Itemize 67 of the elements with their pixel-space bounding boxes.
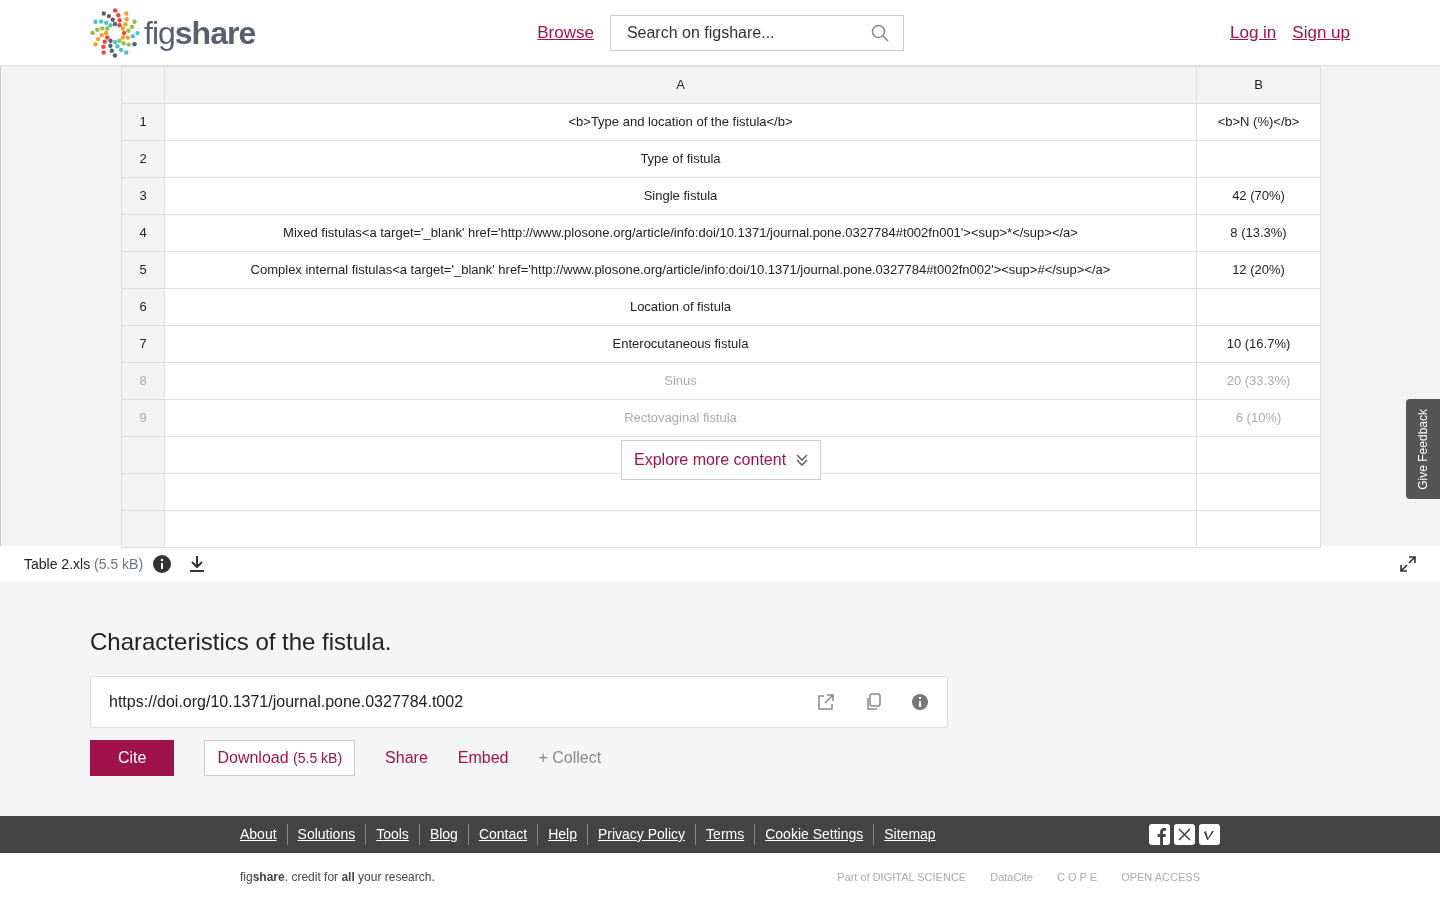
file-name: Table 2.xls (5.5 kB) [24,554,144,574]
table-cell: 12 (20%) [1196,251,1321,289]
chevrons-down-icon [796,453,809,467]
table-cell: 42 (70%) [1196,177,1321,215]
feedback-tab[interactable]: Give Feedback [1406,399,1440,499]
partner-logo: DataCite [990,869,1033,885]
action-link[interactable]: Embed [445,746,521,770]
logo-icon [90,7,140,58]
search-icon[interactable] [870,23,889,42]
table-cell: 6 (10%) [1196,399,1321,437]
auth-link[interactable]: Log in [1230,19,1277,46]
table-cell: Location of fistula [164,288,1197,326]
tagline: figshare. credit for all your research. [240,869,435,886]
expand-icon[interactable] [1400,556,1416,572]
x-logo-icon[interactable] [1174,824,1195,845]
copy-icon[interactable] [865,693,881,711]
row-number: 8 [121,362,165,400]
footer-link[interactable]: Privacy Policy [586,824,686,845]
footer-link[interactable]: About [240,824,277,845]
download-icon[interactable] [189,555,206,573]
footer-link[interactable]: Help [537,824,577,845]
table-cell: Mixed fistulas<a target='_blank' href='http://www.plosone.org/article/info:doi/10.1371/journal.pone.0327784#t002fn001'><sup>*</sup></a> [164,214,1197,252]
column-header: B [1196,66,1321,104]
search-box[interactable]: Search on figshare... [609,14,904,51]
table-cell: 8 (13.3%) [1196,214,1321,252]
footer-link[interactable]: Cookie Settings [754,824,864,845]
footer-link[interactable]: Blog [418,824,458,845]
nav-link[interactable]: Browse [537,19,594,46]
partner-logo: C O P E [1057,869,1098,885]
table-cell: Enterocutaneous fistula [164,325,1197,363]
row-number: 5 [121,251,165,289]
table-cell: Complex internal fistulas<a target='_blank' href='http://www.plosone.org/article/info:doi/10.1371/journal.pone.0327784#t002fn002'><sup>#</sup></a> [164,251,1197,289]
row-number: 6 [121,288,165,326]
download-button[interactable]: Download (5.5 kB) [204,740,356,776]
table-cell: <b>N (%)</b> [1196,103,1321,141]
table-cell: Sinus [164,362,1197,400]
row-number: 4 [121,214,165,252]
partner-logo: Part of DIGITAL SCIENCE [837,869,967,885]
footer-link[interactable]: Terms [695,824,745,845]
info-icon[interactable] [153,555,172,573]
explore-button[interactable]: Explore more content [621,440,822,480]
doi-link[interactable]: https://doi.org/10.1371/journal.pone.0327784.t002 [109,690,464,714]
table-cell: 20 (33.3%) [1196,362,1321,400]
column-header: A [164,66,1197,104]
logo-text[interactable]: figshare [144,8,256,57]
external-link-icon[interactable] [817,693,835,711]
footer-link[interactable]: Sitemap [873,824,936,845]
footer-link[interactable]: Contact [467,824,528,845]
facebook-icon[interactable] [1149,824,1170,845]
row-number: 3 [121,177,165,215]
table-cell: Rectovaginal fistula [164,399,1197,437]
row-number: 2 [121,140,165,178]
item-title: Characteristics of the fistula. [90,627,393,657]
auth-link[interactable]: Sign up [1292,19,1350,46]
partner-logo: OPEN ACCESS [1121,869,1200,885]
row-number: 7 [121,325,165,363]
footer-link[interactable]: Solutions [286,824,356,845]
row-number: 9 [121,399,165,437]
vimeo-icon[interactable] [1199,824,1220,845]
table-cell: Type of fistula [164,140,1197,178]
table-cell: 10 (16.7%) [1196,325,1321,363]
action-link[interactable]: Share [373,746,440,770]
row-number: 1 [121,103,165,141]
footer-link[interactable]: Tools [365,824,409,845]
cite-button[interactable]: Cite [90,740,175,776]
table-cell: <b>Type and location of the fistula</b> [164,103,1197,141]
table-cell: Single fistula [164,177,1197,215]
